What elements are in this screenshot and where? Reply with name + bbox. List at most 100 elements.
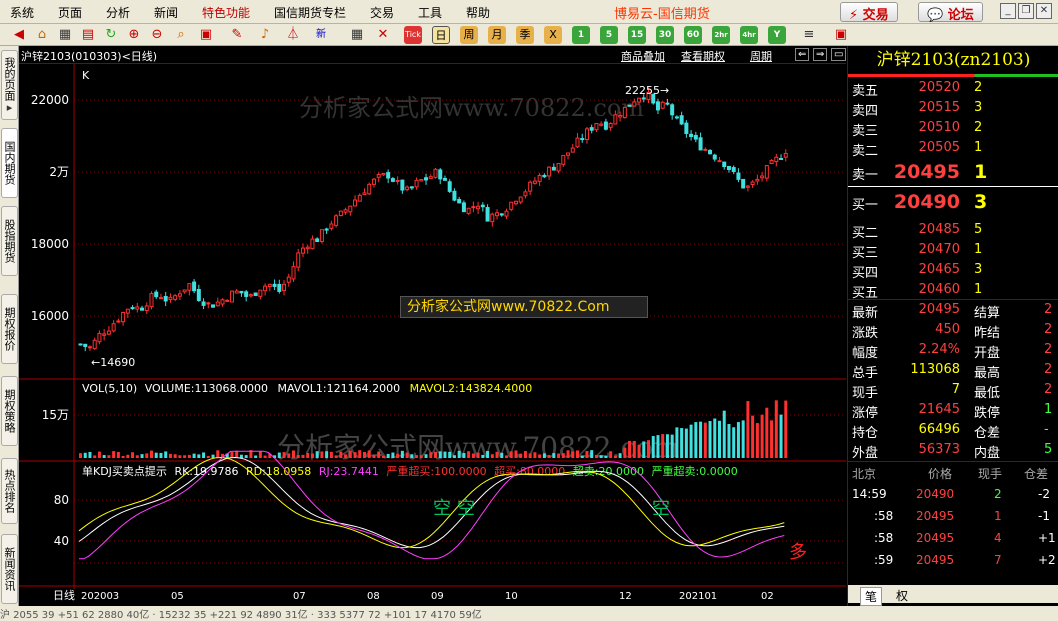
sidebar-tab-domestic-futures[interactable]: 国内期货 [1, 128, 18, 198]
candle-body [163, 295, 168, 302]
period-week-button[interactable]: 周 [460, 26, 478, 44]
volume-bar [88, 451, 92, 458]
tick-header-price: 价格 [928, 467, 953, 481]
ask-row[interactable]: 卖四 20515 3 [848, 98, 1058, 119]
filter-icon[interactable]: ⏃ [284, 26, 302, 44]
period-x-button[interactable]: X [544, 26, 562, 44]
sidebar-tab-index-futures[interactable]: 股指期货 [1, 206, 18, 276]
menu-tools[interactable]: 工具 [418, 4, 442, 21]
volume-bar [751, 415, 755, 458]
price-tick: 16000 [31, 309, 69, 323]
volume-bar [107, 455, 111, 458]
ask-row[interactable]: 卖五 20520 2 [848, 78, 1058, 99]
candle-body [215, 301, 220, 307]
period-month-button[interactable]: 月 [488, 26, 506, 44]
sidebar-tab-news[interactable]: 新闻资讯 [1, 534, 18, 604]
candle-body [182, 289, 187, 293]
bid-row[interactable]: 买五 20460 1 [848, 280, 1058, 301]
search-icon[interactable]: ⌕ [172, 26, 190, 44]
settings-icon[interactable]: ▣ [832, 26, 850, 44]
period-15min-button[interactable]: 15 [628, 26, 646, 44]
period-1min-button[interactable]: 1 [572, 26, 590, 44]
zoom-in-icon[interactable]: ⊕ [125, 26, 143, 44]
menu-guoxin[interactable]: 国信期货专栏 [274, 4, 346, 21]
forum-button[interactable]: 💬 论坛 [918, 2, 983, 23]
volume-bar [150, 450, 153, 458]
tick-row: :58 20495 1 -1 [848, 506, 1058, 528]
ask-price: 20515 [918, 100, 960, 115]
period-2hr-button[interactable]: 2hr [712, 26, 730, 44]
pencil-icon[interactable]: ✎ [228, 26, 246, 44]
table-icon[interactable]: ▦ [348, 26, 366, 44]
zoom-out-icon[interactable]: ⊖ [148, 26, 166, 44]
stat-value: 66496 [918, 422, 960, 437]
volume-bar [462, 452, 466, 458]
candle-body [343, 209, 348, 213]
period-30min-button[interactable]: 30 [656, 26, 674, 44]
period-day-button[interactable]: 日 [432, 26, 450, 44]
bid-row[interactable]: 买一 20490 3 [848, 191, 1058, 213]
tick-price: 20490 [916, 487, 955, 501]
restore-button[interactable]: ❐ [1018, 3, 1034, 19]
candle-body [589, 127, 594, 131]
chart-icon[interactable]: ▤ [79, 26, 97, 44]
new-icon[interactable]: 新 [312, 26, 330, 44]
period-60min-button[interactable]: 60 [684, 26, 702, 44]
candle-body [745, 185, 750, 188]
sidebar-tab-option-strategy[interactable]: 期权策略 [1, 376, 18, 446]
overlay-link[interactable]: 商品叠加 [621, 48, 665, 64]
tick-button[interactable]: Tick [404, 26, 422, 44]
menu-system[interactable]: 系统 [10, 4, 34, 21]
candle-body [774, 156, 779, 163]
ask-row[interactable]: 卖一 20495 1 [848, 161, 1058, 183]
volume-bar [708, 421, 712, 458]
tab-trades[interactable]: 笔 [860, 587, 883, 606]
period-year-button[interactable]: Y [768, 26, 786, 44]
bell-icon[interactable]: ♪ [256, 26, 274, 44]
tab-rights[interactable]: 权 [896, 587, 908, 604]
tick-oi: +2 [1038, 553, 1056, 567]
sidebar-tab-hot-ranking[interactable]: 热点排名 [1, 458, 18, 524]
period-5min-button[interactable]: 5 [600, 26, 618, 44]
bid-row[interactable]: 买三 20470 1 [848, 240, 1058, 261]
x-axis-label: 日线 [53, 588, 75, 602]
list-icon[interactable]: ≡ [800, 26, 818, 44]
volume-bar [576, 450, 579, 458]
minimize-button[interactable]: _ [1000, 3, 1016, 19]
ask-row[interactable]: 卖二 20505 1 [848, 138, 1058, 159]
bid-row[interactable]: 买二 20485 5 [848, 220, 1058, 241]
menu-news[interactable]: 新闻 [154, 4, 178, 21]
close-button[interactable]: ✕ [1036, 3, 1052, 19]
menu-help[interactable]: 帮助 [466, 4, 490, 21]
candle-body [466, 207, 471, 214]
volume-bar [722, 410, 726, 458]
menu-trade[interactable]: 交易 [370, 4, 394, 21]
menu-special[interactable]: 特色功能 [202, 4, 250, 21]
candle-body [708, 149, 713, 155]
refresh-icon[interactable]: ↻ [102, 26, 120, 44]
trade-button[interactable]: ⚡ 交易 [840, 2, 898, 23]
ask-row[interactable]: 卖三 20510 2 [848, 118, 1058, 139]
window-icon[interactable]: ▣ [197, 26, 215, 44]
stat-label: 涨跌 [852, 326, 879, 341]
sidebar-tab-my-page[interactable]: 我的页面▸ [1, 50, 18, 120]
menu-page[interactable]: 页面 [58, 4, 82, 21]
period-4hr-button[interactable]: 4hr [740, 26, 758, 44]
grid-icon[interactable]: ▦ [56, 26, 74, 44]
menu-analysis[interactable]: 分析 [106, 4, 130, 21]
period-link[interactable]: 周期 [750, 48, 772, 64]
expand-icon[interactable]: ▭ [831, 48, 847, 61]
sidebar-tab-option-quotes[interactable]: 期权报价 [1, 294, 18, 364]
home-icon[interactable]: ⌂ [33, 26, 51, 44]
period-season-button[interactable]: 季 [516, 26, 534, 44]
next-icon[interactable]: ⇒ [813, 48, 828, 61]
chart-area[interactable]: 分析家公式网www.70822.com 分析家公式网www.70822.com … [19, 64, 846, 606]
prev-icon[interactable]: ⇐ [795, 48, 810, 61]
stat-label-2: 最高 [974, 366, 1001, 381]
view-options-link[interactable]: 查看期权 [681, 48, 725, 64]
volume-bar [689, 424, 693, 458]
draw-icon[interactable]: ✕ [374, 26, 392, 44]
bid-row[interactable]: 买四 20465 3 [848, 260, 1058, 281]
back-icon[interactable]: ◀ [10, 26, 28, 44]
candle-body [225, 299, 230, 302]
